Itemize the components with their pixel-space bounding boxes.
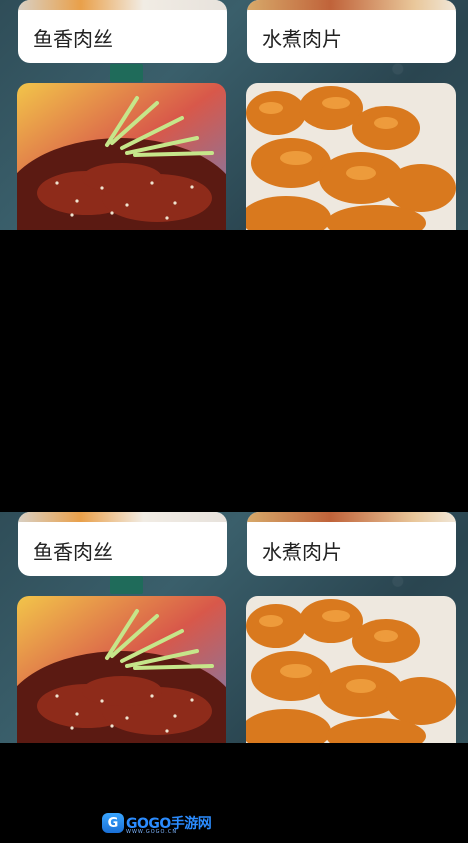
food-image-peek (247, 512, 456, 522)
recipe-card-yuxiang-rousi[interactable]: 鱼香肉丝 (18, 512, 227, 576)
recipe-image-jingjiang-rousi[interactable] (17, 83, 226, 230)
food-image-peek (18, 512, 227, 522)
gogo-logo-icon: G (102, 813, 124, 833)
decor-leaf (110, 64, 143, 82)
recipe-card-yuxiang-rousi[interactable]: 鱼香肉丝 (18, 0, 227, 63)
recipe-card-label: 鱼香肉丝 (33, 27, 113, 51)
recipe-grid-top: 鱼香肉丝 水煮肉片 (0, 0, 468, 230)
recipe-card-shuizhu-roupian[interactable]: 水煮肉片 (247, 0, 456, 63)
food-image-peek (18, 0, 227, 10)
recipe-card-shuizhu-roupian[interactable]: 水煮肉片 (247, 512, 456, 576)
watermark-url: WWW.GOGO.CN (126, 829, 178, 835)
food-image-peek (247, 0, 456, 10)
recipe-card-label: 水煮肉片 (262, 27, 342, 51)
recipe-image-guobao-rou[interactable] (246, 83, 456, 230)
recipe-grid-bottom: 鱼香肉丝 水煮肉片 (0, 512, 468, 743)
recipe-card-label: 水煮肉片 (262, 540, 342, 564)
recipe-image-jingjiang-rousi[interactable] (17, 596, 226, 743)
decor-leaf (110, 576, 143, 594)
recipe-image-guobao-rou[interactable] (246, 596, 456, 743)
recipe-card-label: 鱼香肉丝 (33, 540, 113, 564)
site-watermark: G GOGO手游网 WWW.GOGO.CN (102, 811, 212, 835)
